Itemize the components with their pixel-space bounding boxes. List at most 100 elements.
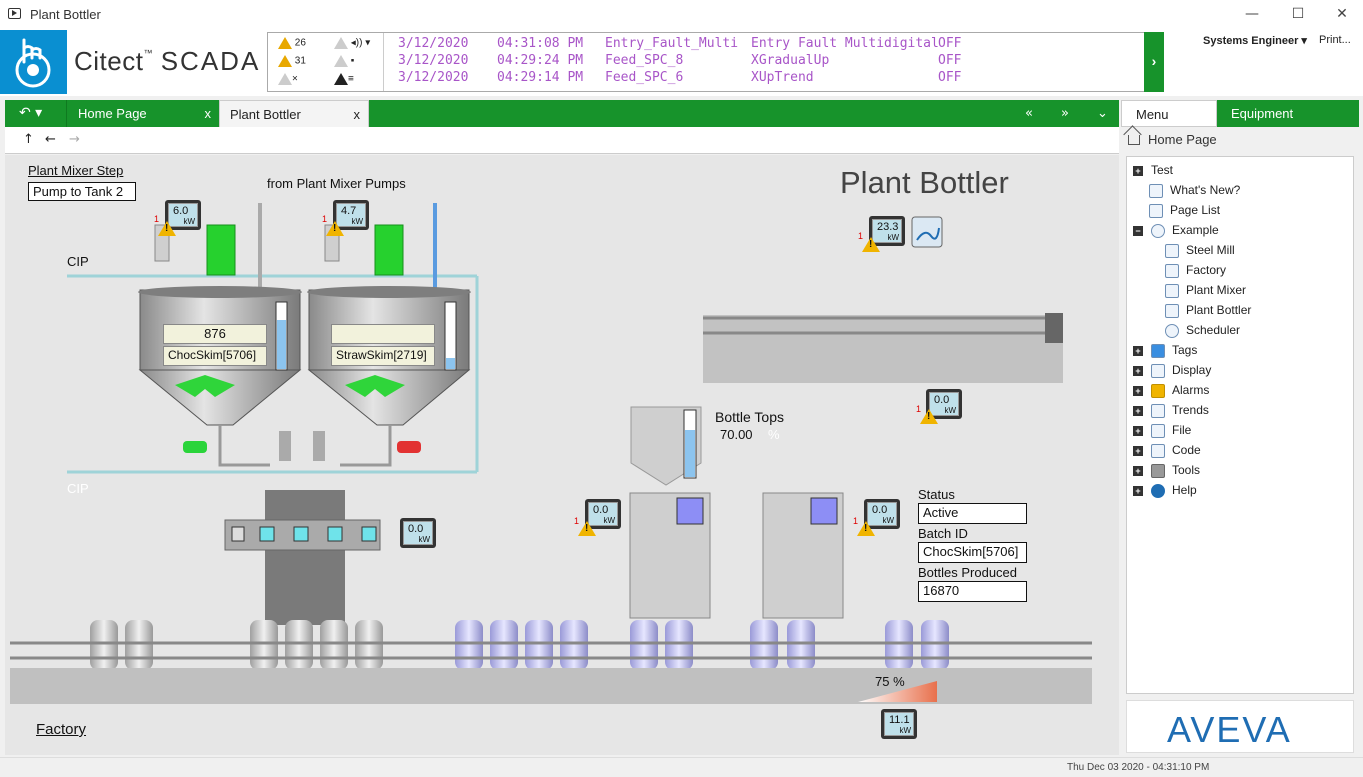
- conveyor-speed-value: 75 %: [875, 674, 905, 689]
- navigate-up-icon[interactable]: ↑: [23, 132, 34, 147]
- tank1-product-value: ChocSkim[5706]: [163, 346, 267, 366]
- window-titlebar: Plant Bottler — ☐ ✕: [0, 0, 1363, 30]
- warning-icon[interactable]: [326, 221, 344, 236]
- bottle-tops-value: 70.00: [720, 427, 753, 442]
- bottle-tops-unit: %: [768, 427, 780, 442]
- display-icon: [1151, 363, 1165, 378]
- warning-icon[interactable]: [857, 521, 875, 536]
- tab-home-page[interactable]: Home Page x: [68, 100, 219, 127]
- bottles: [90, 620, 949, 670]
- expand-alarms-button[interactable]: ›: [1144, 32, 1164, 92]
- status-label: Status: [918, 487, 955, 502]
- plant-mixer-step-link[interactable]: Plant Mixer Step: [28, 163, 123, 178]
- scroll-tabs-right-icon[interactable]: »: [1061, 100, 1069, 127]
- maximize-button[interactable]: ☐: [1283, 4, 1313, 24]
- warning-icon[interactable]: [920, 409, 938, 424]
- help-icon: [1151, 483, 1165, 498]
- close-tab-icon[interactable]: x: [205, 100, 212, 127]
- status-timestamp: Thu Dec 03 2020 - 04:31:10 PM: [1067, 762, 1210, 773]
- batch-id-label: Batch ID: [918, 526, 968, 541]
- tab-plant-bottler[interactable]: Plant Bottler x: [219, 100, 369, 127]
- clock-icon: [1165, 323, 1179, 338]
- tree-item-page-list[interactable]: Page List: [1149, 201, 1220, 219]
- cip-bottom-label: CIP: [67, 481, 89, 496]
- wrench-icon: [1151, 463, 1165, 478]
- alarm-sound-icon[interactable]: ◂)) ▾: [334, 37, 370, 49]
- alarm-banner[interactable]: 26 ◂)) ▾ 31 ▪ × ≡ 3/12/2020 04:31:08 PM En…: [267, 32, 1164, 92]
- unack-alarms-icon[interactable]: 31: [278, 55, 306, 67]
- warning-icon[interactable]: [158, 221, 176, 236]
- tree-item-help[interactable]: + Help: [1133, 481, 1197, 499]
- tree-item-file[interactable]: + File: [1133, 421, 1191, 439]
- tree-item-trends[interactable]: + Trends: [1133, 401, 1209, 419]
- app-icon: [8, 8, 21, 19]
- display-icon: [1165, 243, 1179, 258]
- tree-item-plant-bottler[interactable]: Plant Bottler: [1165, 301, 1251, 319]
- tree-item-alarms[interactable]: + Alarms: [1133, 381, 1209, 399]
- tab-equipment[interactable]: Equipment: [1217, 100, 1359, 127]
- display-icon: [1165, 303, 1179, 318]
- scroll-tabs-left-icon[interactable]: «: [1025, 100, 1033, 127]
- code-icon: [1151, 443, 1165, 458]
- tree-item-factory[interactable]: Factory: [1165, 261, 1226, 279]
- page-title: Plant Bottler: [840, 165, 1009, 200]
- tree-item-scheduler[interactable]: Scheduler: [1165, 321, 1240, 339]
- tree-item-plant-mixer[interactable]: Plant Mixer: [1165, 281, 1246, 299]
- tab-list-chevron-icon[interactable]: ⌄: [1097, 100, 1108, 127]
- print-button[interactable]: Print...: [1319, 34, 1351, 46]
- tree-item-test[interactable]: + Test: [1133, 161, 1173, 179]
- status-value: Active: [918, 503, 1027, 524]
- trend-button-icon[interactable]: [912, 217, 942, 247]
- factory-link[interactable]: Factory: [36, 721, 86, 738]
- expand-icon: +: [1133, 165, 1143, 176]
- warning-icon[interactable]: [862, 237, 880, 252]
- mimic-canvas: Plant Mixer Step Pump to Tank 2 from Pla…: [5, 155, 1119, 755]
- tree-item-example[interactable]: − Example: [1133, 221, 1219, 239]
- tree-item-tools[interactable]: + Tools: [1133, 461, 1200, 479]
- collapse-icon: −: [1133, 225, 1143, 236]
- user-menu[interactable]: Systems Engineer ▾: [1203, 34, 1307, 47]
- close-tab-icon[interactable]: x: [354, 101, 361, 128]
- warning-icon[interactable]: [578, 521, 596, 536]
- alarm-row[interactable]: 3/12/2020 04:31:08 PM Entry_Fault_Multi Ent…: [398, 36, 961, 53]
- minimize-button[interactable]: —: [1237, 4, 1267, 24]
- status-bar: Thu Dec 03 2020 - 04:31:10 PM: [0, 757, 1363, 777]
- tank2-level-value: [331, 324, 435, 344]
- navigate-forward-icon[interactable]: →: [69, 132, 80, 147]
- tree-item-steel-mill[interactable]: Steel Mill: [1165, 241, 1235, 259]
- conveyor-power-meter[interactable]: 11.1 kW: [881, 709, 917, 739]
- active-alarm-count: 26: [294, 37, 306, 49]
- from-pumps-label: from Plant Mixer Pumps: [267, 176, 406, 191]
- alarm-row[interactable]: 3/12/2020 04:29:14 PM Feed_SPC_6 XUpTrend OF…: [398, 70, 961, 87]
- alarm-icon: [1151, 383, 1165, 398]
- alarm-row[interactable]: 3/12/2020 04:29:24 PM Feed_SPC_8 XGradualUp…: [398, 53, 961, 70]
- page-icon: [1149, 183, 1163, 198]
- disabled-alarms-icon[interactable]: ×: [278, 73, 298, 85]
- active-alarms-icon[interactable]: 26: [278, 37, 306, 49]
- tank1-level-value: 876: [163, 324, 267, 344]
- trend-icon: [1151, 403, 1165, 418]
- tree-item-display[interactable]: + Display: [1133, 361, 1211, 379]
- tree-item-tags[interactable]: + Tags: [1133, 341, 1197, 359]
- alarm-list-icon[interactable]: ≡: [334, 73, 354, 85]
- tree-item-whats-new[interactable]: What's New?: [1149, 181, 1240, 199]
- navigate-back-icon[interactable]: ←: [45, 132, 56, 147]
- back-menu-button[interactable]: ↶ ▾: [5, 100, 67, 127]
- tree-home-link[interactable]: Home Page: [1128, 132, 1217, 147]
- filler-power-meter[interactable]: 0.0 kW: [400, 518, 436, 548]
- bottles-produced-label: Bottles Produced: [918, 565, 1018, 580]
- unack-alarm-count: 31: [294, 55, 306, 67]
- aveva-logo: AVEVA: [1126, 700, 1354, 753]
- tree-item-code[interactable]: + Code: [1133, 441, 1201, 459]
- right-panel-tabs: Menu Equipment: [1121, 100, 1359, 127]
- close-window-button[interactable]: ✕: [1327, 4, 1357, 24]
- alarm-display-icon[interactable]: ▪: [334, 55, 354, 67]
- navigation-tree: + Test What's New? Page List − Example Ste…: [1126, 156, 1354, 694]
- tank2-product-value: StrawSkim[2719]: [331, 346, 435, 366]
- tab-menu[interactable]: Menu: [1121, 100, 1217, 127]
- citect-logo-icon: [0, 30, 67, 94]
- display-icon: [1165, 283, 1179, 298]
- process-graphic: [10, 203, 1092, 704]
- file-icon: [1151, 423, 1165, 438]
- home-icon: [1128, 135, 1140, 145]
